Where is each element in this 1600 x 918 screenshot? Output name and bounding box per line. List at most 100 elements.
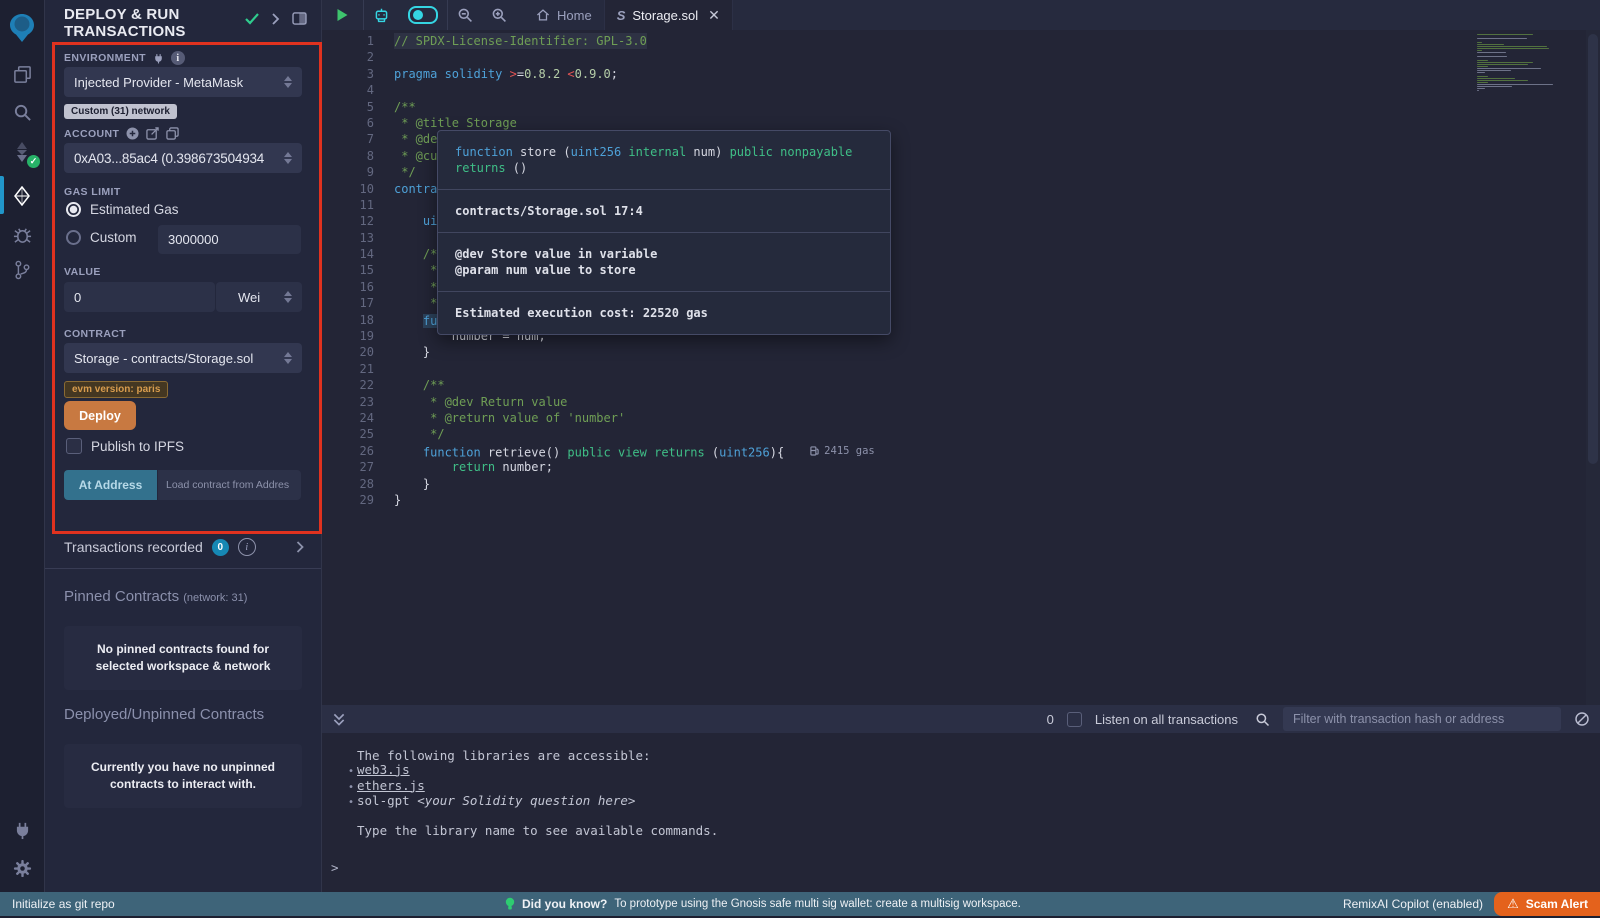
terminal-link[interactable]: ethers.js [357,778,425,793]
code-line-6[interactable]: * @title Storage [394,115,1460,131]
publish-ipfs-option[interactable]: Publish to IPFS [66,438,184,454]
terminal-prompt[interactable]: > [331,861,339,875]
minimap-line [1477,68,1541,69]
plugin-manager-icon[interactable] [0,812,44,848]
pin-panel-icon[interactable] [292,12,307,25]
debugger-icon[interactable] [0,216,44,252]
value-input[interactable]: 0 [64,282,215,312]
line-number: 20 [322,344,374,360]
code-line-24[interactable]: * @return value of 'number' [394,410,1460,426]
terminal-link[interactable]: web3.js [357,762,410,777]
code-line-25[interactable]: */ [394,426,1460,442]
environment-info-icon[interactable]: i [171,51,185,65]
code-line-5[interactable]: /** [394,99,1460,115]
at-address-button[interactable]: At Address [64,470,157,500]
contract-select[interactable]: Storage - contracts/Storage.sol [64,343,302,373]
tab-storage-sol[interactable]: S Storage.sol ✕ [605,0,733,30]
estimated-gas-radio[interactable] [66,202,81,217]
line-number: 5 [322,99,374,115]
git-icon[interactable] [0,252,44,288]
terminal-line [322,810,1600,824]
tooltip-file-location: contracts/Storage.sol 17:4 [438,190,890,233]
value-label: VALUE [64,266,101,278]
publish-ipfs-checkbox[interactable] [66,438,82,454]
solidity-file-icon: S [617,8,626,23]
search-icon[interactable] [0,94,44,130]
minimap[interactable] [1477,34,1557,92]
tab-home[interactable]: Home [524,0,605,30]
environment-select[interactable]: Injected Provider - MetaMask [64,67,302,97]
activity-icon-bar: ✓ [0,0,45,918]
copilot-status[interactable]: RemixAI Copilot (enabled) [1343,897,1483,911]
panel-forward-icon[interactable] [271,13,280,25]
transactions-recorded-row[interactable]: Transactions recorded 0 i [64,538,304,556]
code-line-21[interactable] [394,361,1460,377]
pinned-contracts-empty: No pinned contracts found for selected w… [64,626,302,690]
code-line-3[interactable]: pragma solidity >=0.8.2 <0.9.0; [394,66,1460,82]
terminal-search-icon[interactable] [1255,712,1270,727]
environment-plug-icon [153,53,164,64]
line-number: 23 [322,394,374,410]
terminal-filter-input[interactable]: Filter with transaction hash or address [1283,707,1561,731]
copilot-toggle[interactable] [399,0,447,30]
code-line-22[interactable]: /** [394,377,1460,393]
custom-gas-input[interactable]: 3000000 [158,225,301,254]
transactions-info-icon[interactable]: i [238,538,256,556]
at-address-input[interactable]: Load contract from Addres [158,470,301,500]
zoom-out-icon[interactable] [448,0,482,30]
code-line-28[interactable]: } [394,476,1460,492]
git-init-button[interactable]: Initialize as git repo [0,897,115,911]
deploy-run-panel: DEPLOY & RUN TRANSACTIONS ENVIRONMENT i … [45,0,322,892]
scam-alert-button[interactable]: ⚠ Scam Alert [1494,892,1600,916]
terminal-line: •web3.js [322,763,1600,779]
edit-account-icon[interactable] [146,127,159,140]
lightbulb-icon [505,897,515,911]
code-line-20[interactable]: } [394,344,1460,360]
home-icon [536,8,550,22]
file-explorer-icon[interactable] [0,56,44,92]
unpinned-contracts-title: Deployed/Unpinned Contracts [64,706,264,723]
main-area: Home S Storage.sol ✕ 1234567891011121314… [322,0,1600,892]
line-number: 17 [322,295,374,311]
terminal-output[interactable]: The following libraries are accessible:•… [322,733,1600,892]
account-select[interactable]: 0xA03...85ac4 (0.398673504934 [64,143,302,173]
settings-gear-icon[interactable] [0,850,44,886]
zoom-in-icon[interactable] [482,0,516,30]
line-number: 14 [322,246,374,262]
remix-ide-window: ✓ DEPLOY & RUN TRANSACTIONS [0,0,1600,918]
deploy-and-run-icon[interactable] [0,178,44,214]
code-line-26[interactable]: function retrieve() public view returns … [394,443,1460,459]
code-line-29[interactable]: } [394,492,1460,508]
clear-console-icon[interactable] [1574,711,1590,727]
remix-logo-icon[interactable] [0,8,44,48]
code-line-1[interactable]: // SPDX-License-Identifier: GPL-3.0 [394,33,1460,49]
run-script-button[interactable] [322,0,363,30]
solidity-compiler-icon[interactable]: ✓ [0,134,44,170]
code-line-2[interactable] [394,49,1460,65]
copy-account-icon[interactable] [166,127,179,140]
terminal-collapse-icon[interactable] [322,713,356,726]
listen-transactions-checkbox[interactable] [1067,712,1082,727]
add-account-icon[interactable] [126,127,139,140]
close-tab-icon[interactable]: ✕ [708,7,720,24]
panel-title: DEPLOY & RUN TRANSACTIONS [64,6,254,40]
line-number: 22 [322,377,374,393]
terminal-line: •ethers.js [322,779,1600,795]
value-unit-select[interactable]: Wei [216,282,302,312]
deploy-button[interactable]: Deploy [64,401,136,430]
custom-gas-radio[interactable] [66,230,81,245]
estimated-gas-option[interactable]: Estimated Gas [66,202,179,217]
code-line-23[interactable]: * @dev Return value [394,394,1460,410]
minimap-line [1477,70,1511,71]
code-line-27[interactable]: return number; [394,459,1460,475]
code-line-4[interactable] [394,82,1460,98]
transactions-expand-icon[interactable] [296,541,304,553]
editor-scrollbar[interactable] [1586,30,1600,705]
minimap-line [1477,78,1515,79]
minimap-line [1477,80,1528,81]
custom-gas-option[interactable]: Custom [66,230,137,245]
line-number: 25 [322,426,374,442]
sidebar-divider [45,568,321,569]
code-editor[interactable]: 1234567891011121314151617181920212223242… [322,30,1600,705]
ai-copilot-icon[interactable] [364,0,399,30]
